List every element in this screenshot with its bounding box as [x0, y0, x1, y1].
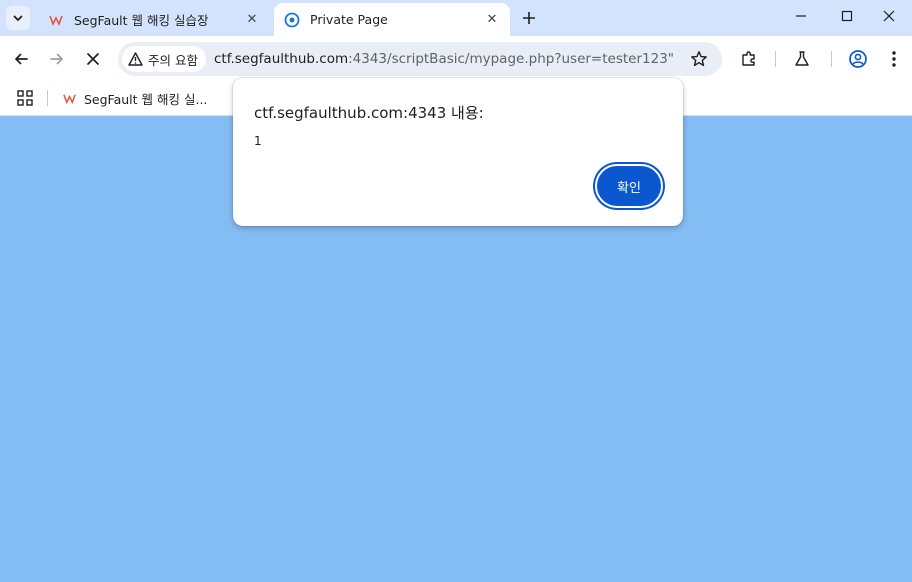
- forward-button[interactable]: [44, 46, 70, 72]
- bookmark-star-button[interactable]: [688, 48, 710, 70]
- apps-grid-icon[interactable]: [16, 89, 34, 107]
- segfault-logo-icon: [62, 91, 76, 105]
- puzzle-icon: [742, 51, 755, 66]
- labs-button[interactable]: [790, 47, 814, 71]
- window-close-button[interactable]: [866, 0, 912, 32]
- security-chip-label: 주의 요함: [148, 52, 198, 68]
- ok-button[interactable]: 확인: [595, 164, 663, 208]
- minimize-icon: [796, 15, 806, 17]
- chevron-down-icon: [13, 15, 23, 21]
- close-icon[interactable]: ✕: [242, 10, 262, 30]
- url-path: :4343/scriptBasic/mypage.php?user=tester…: [348, 51, 674, 67]
- menu-button[interactable]: [882, 47, 906, 71]
- maximize-icon: [841, 10, 853, 22]
- security-chip[interactable]: 주의 요함: [122, 46, 206, 72]
- back-arrow-icon: [15, 53, 28, 65]
- profile-icon: [849, 50, 867, 68]
- extensions-button[interactable]: [737, 47, 761, 71]
- forward-arrow-icon: [50, 53, 63, 65]
- loading-globe-icon: [284, 12, 300, 28]
- tab-segfault[interactable]: SegFault 웹 해킹 실습장 ✕: [38, 3, 270, 36]
- tab-private-page[interactable]: Private Page ✕: [274, 3, 510, 36]
- bookmark-segfault[interactable]: SegFault 웹 해킹 실...: [62, 87, 207, 109]
- bookmarks-divider: [47, 90, 48, 106]
- address-bar[interactable]: 주의 요함 ctf.segfaulthub.com:4343/scriptBas…: [118, 42, 722, 76]
- bookmark-label: SegFault 웹 해킹 실...: [84, 91, 208, 107]
- close-icon[interactable]: ✕: [482, 10, 502, 30]
- tab-search-button[interactable]: [6, 6, 30, 30]
- close-icon: [883, 10, 895, 22]
- segfault-logo-icon: [48, 12, 64, 28]
- dialog-message: 1: [254, 134, 262, 148]
- stop-icon: [87, 53, 99, 65]
- stop-loading-button[interactable]: [80, 46, 106, 72]
- browser-titlebar: SegFault 웹 해킹 실습장 ✕ Private Page ✕: [0, 0, 912, 36]
- more-vert-icon: [892, 51, 896, 67]
- tab-title: Private Page: [310, 12, 388, 27]
- dialog-title: ctf.segfaulthub.com:4343 내용:: [254, 104, 484, 122]
- tab-title: SegFault 웹 해킹 실습장: [74, 13, 209, 28]
- flask-icon: [795, 51, 809, 66]
- alert-dialog: ctf.segfaulthub.com:4343 내용: 1 확인: [233, 78, 683, 226]
- star-icon: [691, 51, 707, 67]
- toolbar-divider: [831, 51, 832, 67]
- url-host: ctf.segfaulthub.com: [213, 51, 349, 67]
- maximize-button[interactable]: [824, 0, 870, 32]
- profile-button[interactable]: [846, 47, 870, 71]
- warning-icon: [128, 52, 143, 66]
- url-text[interactable]: ctf.segfaulthub.com:4343/scriptBasic/myp…: [214, 51, 674, 67]
- minimize-button[interactable]: [778, 0, 824, 32]
- plus-icon: [523, 12, 535, 24]
- new-tab-button[interactable]: [518, 7, 540, 29]
- toolbar-divider: [775, 51, 776, 67]
- back-button[interactable]: [8, 46, 34, 72]
